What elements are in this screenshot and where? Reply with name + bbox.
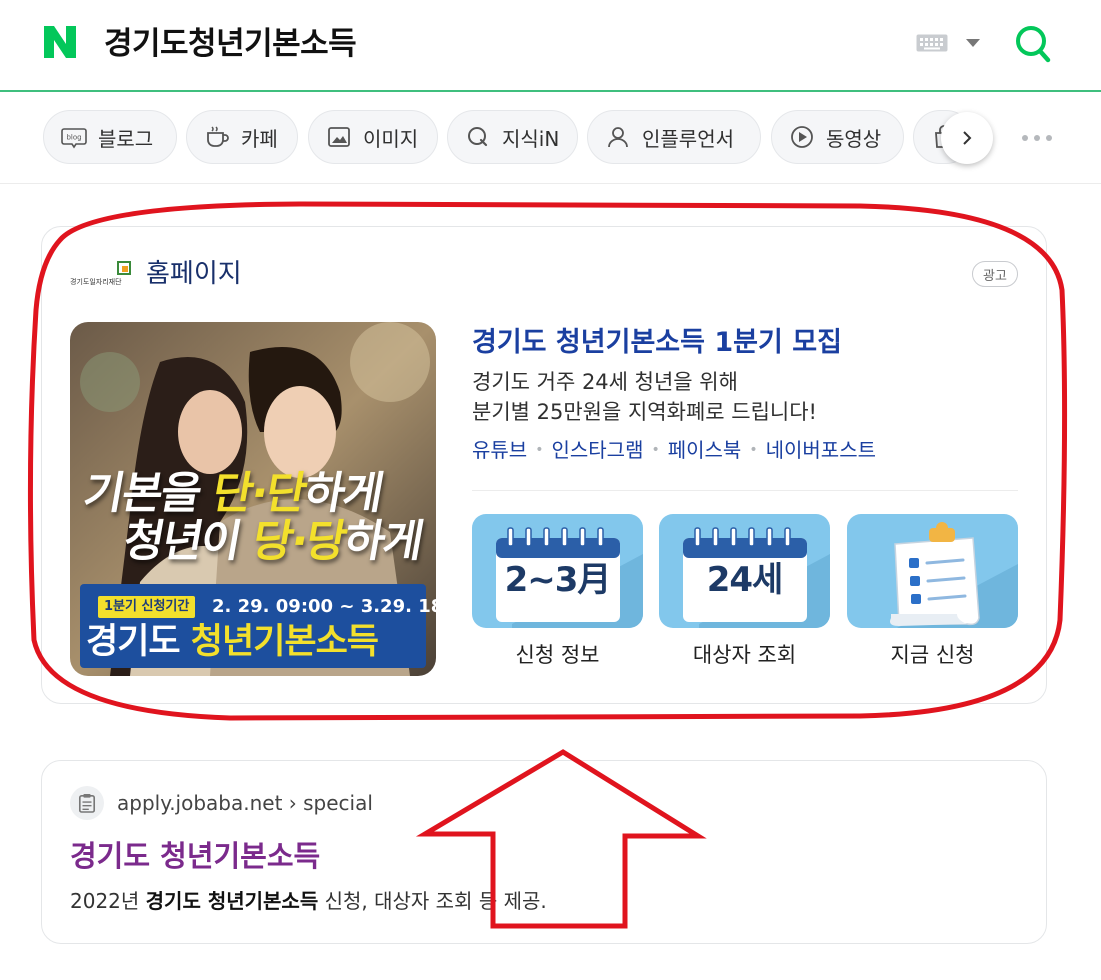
banner-headline-2: 청년이 당·당하게 [119,516,427,567]
search-header: 경기도청년기본소득 [0,0,1101,92]
result-title-link[interactable]: 경기도 청년기본소득 [70,836,320,876]
more-options-icon[interactable] [1020,132,1054,144]
tab-label: 동영상 [826,126,882,151]
tabs-next-button[interactable] [941,112,993,164]
clipboard-icon [78,794,96,813]
ad-link-naverpost[interactable]: 네이버포스트 [766,436,876,464]
result-description: 2022년 경기도 청년기본소득 신청, 대상자 조회 등 제공. [70,889,547,913]
chevron-down-icon[interactable] [965,38,981,48]
ad-badge[interactable]: 광고 [972,261,1018,287]
separator-dot: • [651,442,660,458]
tab-label: 이미지 [363,126,419,151]
ad-desc-line-2: 분기별 25만원을 지역화폐로 드립니다! [472,400,817,424]
banner-period-label: 1분기 신청기간 [98,596,196,618]
thumb-label-apply-info[interactable]: 신청 정보 [472,640,643,670]
q-icon [468,127,488,147]
tab-label: 카페 [241,126,278,151]
play-icon [791,126,813,148]
separator-dot: • [749,442,758,458]
tab-kin[interactable]: 지식iN [447,110,578,164]
brand-logo[interactable]: 경기도일자리재단 [70,260,134,288]
search-icon[interactable] [1014,24,1052,64]
checklist-icon [890,522,1018,628]
banner-program-name: 경기도 청년기본소득 [86,622,379,662]
blog-icon: blog [61,128,87,149]
chevron-right-icon [963,131,972,145]
tab-video[interactable]: 동영상 [771,110,904,164]
separator-dot: • [535,442,544,458]
thumb-number: 2~3月 [504,560,612,600]
keyboard-icon[interactable] [916,34,948,52]
ad-link-youtube[interactable]: 유튜브 [472,436,527,464]
tab-label: 인플루언서 [642,126,734,151]
ad-brand-name[interactable]: 홈페이지 [146,256,242,292]
svg-text:blog: blog [66,134,81,142]
tab-blog[interactable]: blog 블로그 [43,110,177,164]
tab-image[interactable]: 이미지 [308,110,438,164]
thumb-eligibility[interactable]: 24세 [659,514,830,628]
tab-label: 지식iN [502,126,560,151]
person-icon [608,127,628,148]
tab-label: 블로그 [98,126,154,151]
thumb-apply-now[interactable] [847,514,1018,628]
thumb-apply-info[interactable]: 2~3月 [472,514,643,628]
thumb-label-apply-now[interactable]: 지금 신청 [847,640,1018,670]
naver-logo[interactable] [42,24,78,60]
tab-influencer[interactable]: 인플루언서 [587,110,761,164]
banner-period-dates: 2. 29. 09:00 ~ 3.29. 18:00 [212,596,436,617]
search-tabs: blog 블로그 카페 이미지 지식iN 인플루언서 동영상 [0,94,1101,184]
ad-divider [472,490,1018,491]
brand-logo-text: 경기도일자리재단 [70,277,122,286]
ad-link-facebook[interactable]: 페이스북 [668,436,742,464]
result-url[interactable]: apply.jobaba.net › special [117,788,373,818]
thumb-number: 24세 [706,560,784,600]
ad-sublinks: 유튜브 • 인스타그램 • 페이스북 • 네이버포스트 [472,436,876,464]
cup-icon [207,126,229,147]
tab-cafe[interactable]: 카페 [186,110,298,164]
image-icon [328,127,350,147]
ad-description: 경기도 거주 24세 청년을 위해 분기별 25만원을 지역화폐로 드립니다! [472,367,817,427]
banner-headline-1: 기본을 단·단하게 [79,468,387,519]
thumb-label-eligibility[interactable]: 대상자 조회 [659,640,830,670]
ad-title-link[interactable]: 경기도 청년기본소득 1분기 모집 [472,324,842,362]
ad-link-instagram[interactable]: 인스타그램 [551,436,643,464]
site-favicon[interactable] [70,786,104,820]
search-query[interactable]: 경기도청년기본소득 [104,24,357,64]
ad-desc-line-1: 경기도 거주 24세 청년을 위해 [472,370,738,394]
ad-banner-image[interactable]: 기본을 단·단하게 청년이 당·당하게 1분기 신청기간 2. 29. 09:0… [70,322,436,676]
